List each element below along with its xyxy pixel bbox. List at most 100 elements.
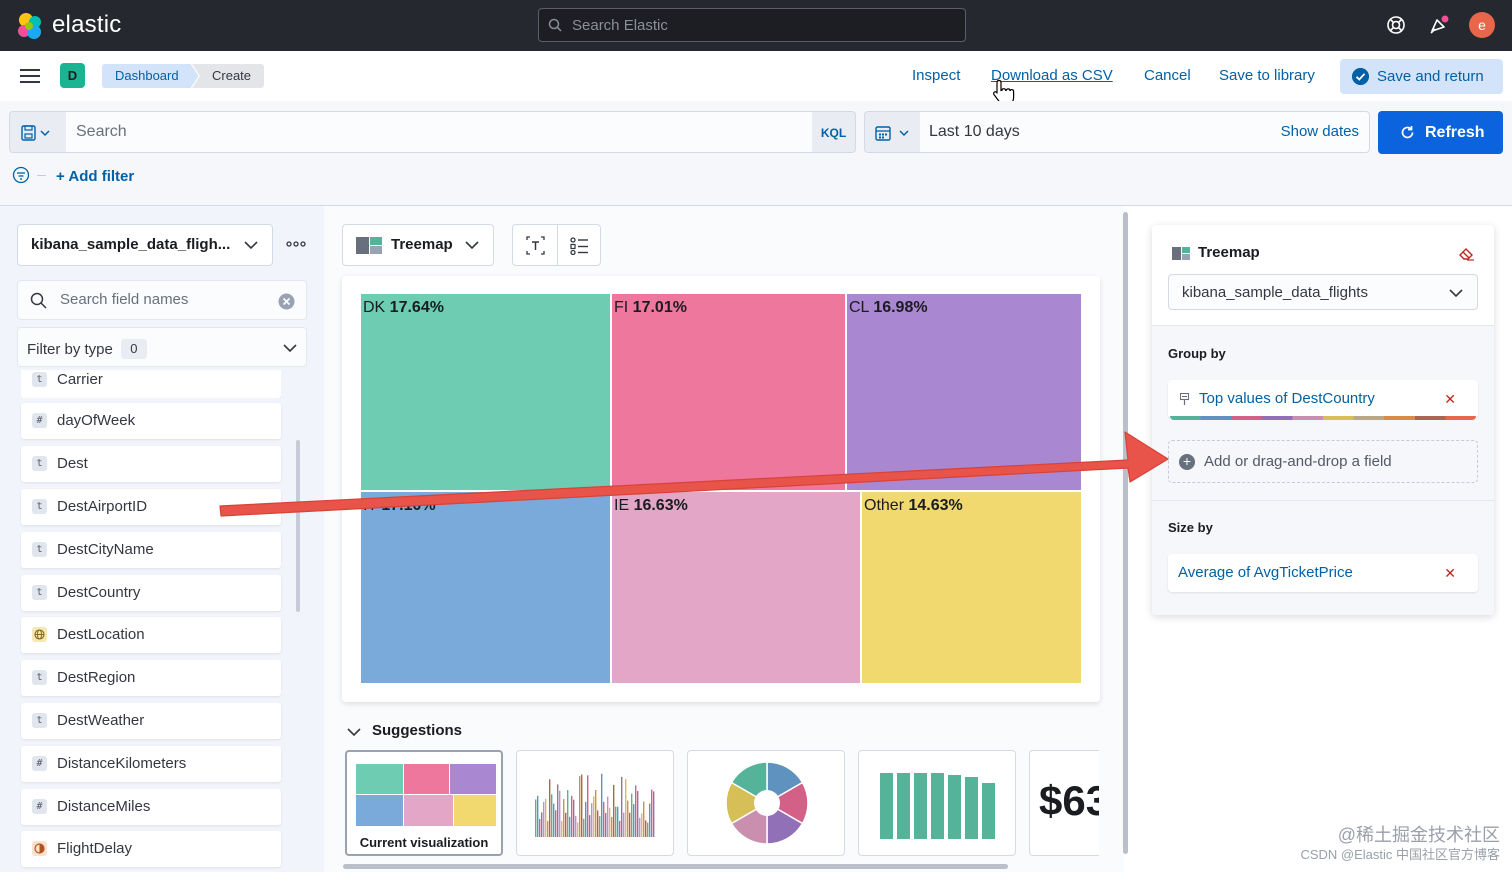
workspace-scrollbar[interactable] [1123, 212, 1128, 854]
save-to-library-link[interactable]: Save to library [1219, 67, 1315, 84]
suggestion-bar[interactable] [858, 750, 1016, 856]
news-feed-icon[interactable] [1428, 14, 1450, 36]
treemap-cell-fi[interactable] [612, 294, 845, 490]
legend-icon[interactable] [570, 237, 589, 255]
elastic-logo-icon[interactable] [16, 12, 44, 40]
date-quick-menu-button[interactable] [864, 111, 920, 153]
field-item[interactable]: t DestAirportID [21, 489, 281, 525]
filter-type-count: 0 [120, 339, 147, 359]
field-item[interactable]: # DistanceMiles [21, 789, 281, 825]
chevron-down-icon [1449, 289, 1463, 298]
watermark-line-2: CSDN @Elastic 中国社区官方博客 [1300, 847, 1500, 862]
saved-query-button[interactable] [9, 111, 66, 153]
chevron-down-icon[interactable] [347, 727, 361, 737]
treemap-cell-other[interactable] [862, 492, 1081, 683]
filter-by-type-button[interactable]: Filter by type 0 [17, 327, 307, 367]
treemap-cell-ie[interactable] [612, 492, 860, 683]
drag-handle-icon[interactable] [1180, 393, 1189, 406]
field-type-icon: # [32, 756, 47, 771]
field-name: DistanceMiles [57, 798, 151, 815]
field-item[interactable]: t DestRegion [21, 660, 281, 696]
chevron-down-icon [244, 241, 258, 250]
field-item[interactable]: # DistanceKilometers [21, 746, 281, 782]
treemap-chart[interactable]: DK 17.64% FI 17.01% CL 16.98% IT 17.10% IE 1… [360, 293, 1082, 684]
show-dates-link[interactable]: Show dates [1281, 123, 1359, 140]
group-by-label: Group by [1168, 346, 1226, 361]
field-type-icon [32, 841, 47, 856]
suggestion-metric[interactable]: $63 [1029, 750, 1099, 856]
add-field-dropzone[interactable]: + Add or drag-and-drop a field [1168, 440, 1478, 483]
group-by-value: Top values of DestCountry [1199, 390, 1375, 407]
space-avatar[interactable]: D [60, 63, 85, 88]
section-divider [1152, 500, 1494, 501]
field-type-icon: t [32, 499, 47, 514]
field-name: DestRegion [57, 669, 136, 686]
field-item[interactable]: t Dest [21, 446, 281, 482]
suggestions-title[interactable]: Suggestions [372, 722, 462, 739]
kql-language-button[interactable]: KQL [812, 111, 856, 153]
more-options-icon[interactable] [286, 238, 306, 250]
watermark-line-1: @稀土掘金技术社区 [1337, 825, 1500, 845]
calendar-icon [875, 126, 909, 141]
field-type-icon: t [32, 670, 47, 685]
query-search-input[interactable]: Search [66, 111, 812, 153]
field-name: DistanceKilometers [57, 755, 187, 772]
field-type-icon: t [32, 713, 47, 728]
field-list-scrollbar[interactable] [296, 440, 300, 612]
clear-layer-icon[interactable] [1458, 246, 1475, 261]
suggestion-bar-dense[interactable] [516, 750, 674, 856]
cancel-link[interactable]: Cancel [1144, 67, 1191, 84]
field-search-input[interactable]: Search field names [17, 280, 307, 320]
field-type-icon: t [32, 542, 47, 557]
help-icon[interactable] [1385, 14, 1407, 36]
field-type-icon: t [32, 456, 47, 471]
titles-and-text-icon[interactable] [526, 236, 545, 255]
suggestions-scrollbar[interactable] [343, 864, 1008, 869]
field-item[interactable]: FlightDelay [21, 831, 281, 867]
treemap-cell-dk[interactable] [361, 294, 610, 490]
check-icon [1352, 68, 1369, 85]
field-name: DestCountry [57, 584, 141, 601]
treemap-cell-it[interactable] [361, 492, 610, 683]
save-and-return-button[interactable]: Save and return [1340, 59, 1503, 94]
index-pattern-value: kibana_sample_data_fligh... [31, 236, 231, 253]
layer-index-select[interactable]: kibana_sample_data_flights [1168, 274, 1478, 310]
user-avatar[interactable]: e [1469, 12, 1495, 38]
watermark: @稀土掘金技术社区 CSDN @Elastic 中国社区官方博客 [1300, 826, 1500, 864]
treemap-cell-cl[interactable] [847, 294, 1081, 490]
field-item[interactable]: t DestCityName [21, 532, 281, 568]
suggestion-donut[interactable] [687, 750, 845, 856]
suggestion-label: Current visualization [359, 835, 489, 850]
brand-name[interactable]: elastic [52, 11, 121, 39]
layer-index-value: kibana_sample_data_flights [1182, 284, 1368, 301]
treemap-label: FI 17.01% [614, 299, 687, 316]
breadcrumb-dashboard[interactable]: Dashboard [102, 64, 199, 88]
suggestion-current-visualization[interactable]: Current visualization [345, 750, 503, 856]
global-search-input[interactable]: Search Elastic [538, 8, 966, 42]
inspect-link[interactable]: Inspect [912, 67, 960, 84]
date-range-picker[interactable]: Last 10 days Show dates [920, 111, 1370, 153]
field-item[interactable]: t DestWeather [21, 703, 281, 739]
clear-icon[interactable] [278, 293, 295, 310]
size-by-dimension-button[interactable]: Average of AvgTicketPrice ✕ [1168, 554, 1478, 592]
field-item[interactable]: DestLocation [21, 617, 281, 653]
remove-icon[interactable]: ✕ [1444, 554, 1456, 592]
field-name: FlightDelay [57, 840, 133, 857]
search-icon [548, 18, 562, 32]
save-query-icon [21, 125, 50, 141]
chevron-down-icon [465, 241, 479, 250]
group-by-dimension-button[interactable]: Top values of DestCountry ✕ [1168, 380, 1478, 418]
chart-type-switcher[interactable]: Treemap [342, 224, 494, 266]
treemap-thumbnail [356, 764, 496, 826]
refresh-button[interactable]: Refresh [1378, 111, 1503, 154]
field-name: Carrier [57, 371, 103, 388]
treemap-label: CL 16.98% [849, 299, 928, 316]
index-pattern-select[interactable]: kibana_sample_data_fligh... [17, 224, 273, 266]
field-item[interactable]: # dayOfWeek [21, 403, 281, 439]
treemap-icon [1172, 247, 1190, 260]
add-filter-button[interactable]: + Add filter [56, 168, 134, 185]
field-item[interactable]: t DestCountry [21, 575, 281, 611]
filter-options-icon[interactable] [12, 166, 32, 186]
remove-icon[interactable]: ✕ [1444, 380, 1456, 418]
menu-icon[interactable] [20, 69, 40, 83]
